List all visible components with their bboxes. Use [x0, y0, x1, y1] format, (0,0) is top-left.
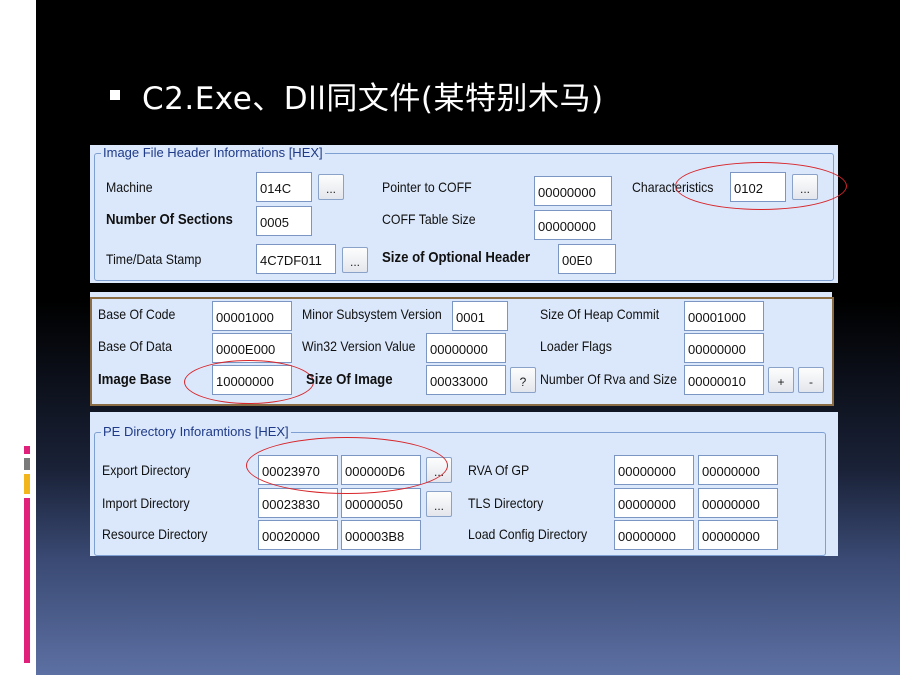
minor-subsystem-field[interactable]: 0001 [452, 301, 508, 331]
image-base-label: Image Base [98, 371, 172, 388]
coff-size-label: COFF Table Size [382, 211, 476, 227]
file-header-panel: Image File Header Informations [HEX] Mac… [90, 145, 847, 283]
remove-rva-button[interactable]: - [798, 367, 824, 393]
size-of-image-label: Size Of Image [306, 371, 393, 388]
sections-field[interactable]: 0005 [256, 206, 312, 236]
help-button[interactable]: ? [510, 367, 536, 393]
base-of-code-field[interactable]: 00001000 [212, 301, 292, 331]
load-config-label: Load Config Directory [468, 526, 588, 542]
decorative-lines [18, 62, 38, 106]
import-more-button[interactable]: ... [426, 491, 452, 517]
directory-legend: PE Directory Inforamtions [HEX] [101, 424, 291, 439]
timestamp-label: Time/Data Stamp [106, 251, 202, 267]
win32-version-field[interactable]: 00000000 [426, 333, 506, 363]
directory-panel: PE Directory Inforamtions [HEX] Export D… [90, 412, 838, 556]
title-row: C2.Exe、Dll同文件(某特别木马) [110, 70, 604, 120]
load-config-rva-field[interactable]: 00000000 [614, 520, 694, 550]
coff-pointer-label: Pointer to COFF [382, 179, 472, 195]
machine-more-button[interactable]: ... [318, 174, 344, 200]
characteristics-highlight-ellipse [675, 162, 847, 210]
tls-size-field[interactable]: 00000000 [698, 488, 778, 518]
coff-size-field[interactable]: 00000000 [534, 210, 612, 240]
export-directory-label: Export Directory [102, 462, 191, 478]
heap-commit-field[interactable]: 00001000 [684, 301, 764, 331]
optional-header-size-field[interactable]: 00E0 [558, 244, 616, 274]
export-highlight-ellipse [246, 437, 448, 494]
machine-field[interactable]: 014C [256, 172, 312, 202]
size-of-image-field[interactable]: 00033000 [426, 365, 506, 395]
minor-subsystem-label: Minor Subsystem Version [302, 306, 442, 322]
resource-size-field[interactable]: 000003B8 [341, 520, 421, 550]
accent-bar-gray [24, 458, 30, 470]
base-of-data-label: Base Of Data [98, 338, 172, 354]
accent-bar-pink [24, 446, 30, 454]
optional-header-size-label: Size of Optional Header [382, 249, 531, 266]
slide-title: C2.Exe、Dll同文件(某特别木马) [142, 80, 604, 117]
optional-header-panel: Base Of Code 00001000 Base Of Data 0000E… [90, 292, 834, 406]
tls-rva-field[interactable]: 00000000 [614, 488, 694, 518]
heap-commit-label: Size Of Heap Commit [540, 306, 660, 322]
bullet-icon [110, 90, 120, 100]
base-of-data-field[interactable]: 0000E000 [212, 333, 292, 363]
rva-count-field[interactable]: 00000010 [684, 365, 764, 395]
timestamp-field[interactable]: 4C7DF011 [256, 244, 336, 274]
resource-rva-field[interactable]: 00020000 [258, 520, 338, 550]
accent-bar-pink-long [24, 498, 30, 663]
load-config-size-field[interactable]: 00000000 [698, 520, 778, 550]
rva-of-gp-label: RVA Of GP [468, 462, 530, 478]
resource-directory-label: Resource Directory [102, 526, 208, 542]
loader-flags-field[interactable]: 00000000 [684, 333, 764, 363]
base-of-code-label: Base Of Code [98, 306, 176, 322]
machine-label: Machine [106, 179, 153, 195]
accent-bar-yellow [24, 474, 30, 494]
sections-label: Number Of Sections [106, 211, 233, 228]
gp-size-field[interactable]: 00000000 [698, 455, 778, 485]
timestamp-more-button[interactable]: ... [342, 247, 368, 273]
file-header-legend: Image File Header Informations [HEX] [101, 145, 325, 160]
coff-pointer-field[interactable]: 00000000 [534, 176, 612, 206]
gp-rva-field[interactable]: 00000000 [614, 455, 694, 485]
tls-directory-label: TLS Directory [468, 495, 544, 511]
add-rva-button[interactable]: + [768, 367, 794, 393]
loader-flags-label: Loader Flags [540, 338, 612, 354]
image-base-highlight-ellipse [184, 360, 314, 404]
win32-version-label: Win32 Version Value [302, 338, 416, 354]
rva-count-label: Number Of Rva and Size [540, 371, 677, 387]
import-directory-label: Import Directory [102, 495, 190, 511]
